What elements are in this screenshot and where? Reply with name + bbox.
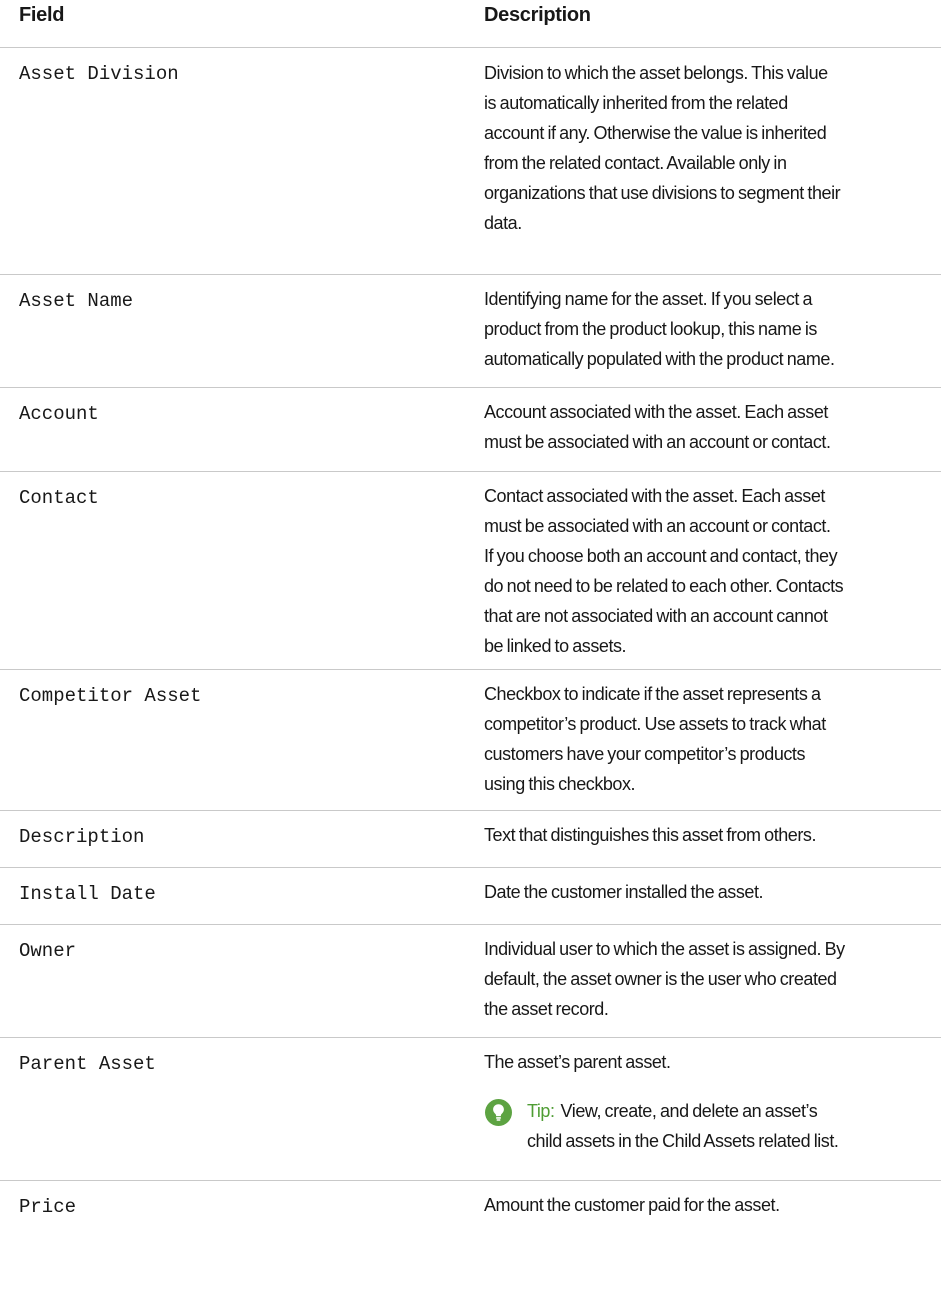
field-name: Description [19,826,145,848]
field-description: Date the customer installed the asset. [484,882,764,902]
field-description: Checkbox to indicate if the asset repres… [484,684,826,794]
table-header: Field Description [0,0,941,48]
field-name: Parent Asset [19,1053,156,1075]
field-column-header: Field [19,4,65,26]
field-description: Individual user to which the asset is as… [484,939,845,1019]
field-description: The asset’s parent asset. [484,1052,671,1072]
field-name: Account [19,403,99,425]
field-description: Account associated with the asset. Each … [484,402,831,452]
lightbulb-icon [485,1099,512,1126]
table-row: Parent Asset The asset’s parent asset. T… [0,1038,941,1181]
table-row: Account Account associated with the asse… [0,388,941,472]
table-row: Asset Division Division to which the ass… [0,48,941,275]
field-description: Contact associated with the asset. Each … [484,486,844,656]
table-row: Price Amount the customer paid for the a… [0,1181,941,1241]
field-name: Price [19,1196,77,1218]
table-row: Install Date Date the customer installed… [0,868,941,925]
field-name: Asset Name [19,290,134,312]
field-name: Install Date [19,883,156,905]
table-row: Asset Name Identifying name for the asse… [0,275,941,388]
field-name: Contact [19,487,99,509]
field-description: Text that distinguishes this asset from … [484,825,817,845]
tip-label: Tip: [527,1101,555,1121]
field-description: Amount the customer paid for the asset. [484,1195,780,1215]
field-description: Division to which the asset belongs. Thi… [484,63,841,233]
field-name: Asset Division [19,63,179,85]
asset-fields-table: Field Description Asset Division Divisio… [0,0,941,1241]
field-name: Competitor Asset [19,685,202,707]
table-row: Description Text that distinguishes this… [0,811,941,868]
field-description: Identifying name for the asset. If you s… [484,289,835,369]
table-row: Contact Contact associated with the asse… [0,472,941,670]
table-row: Competitor Asset Checkbox to indicate if… [0,670,941,811]
table-row: Owner Individual user to which the asset… [0,925,941,1038]
field-name: Owner [19,940,77,962]
description-column-header: Description [484,4,591,26]
tip-text: Tip: View, create, and delete an asset’s … [527,1101,839,1151]
